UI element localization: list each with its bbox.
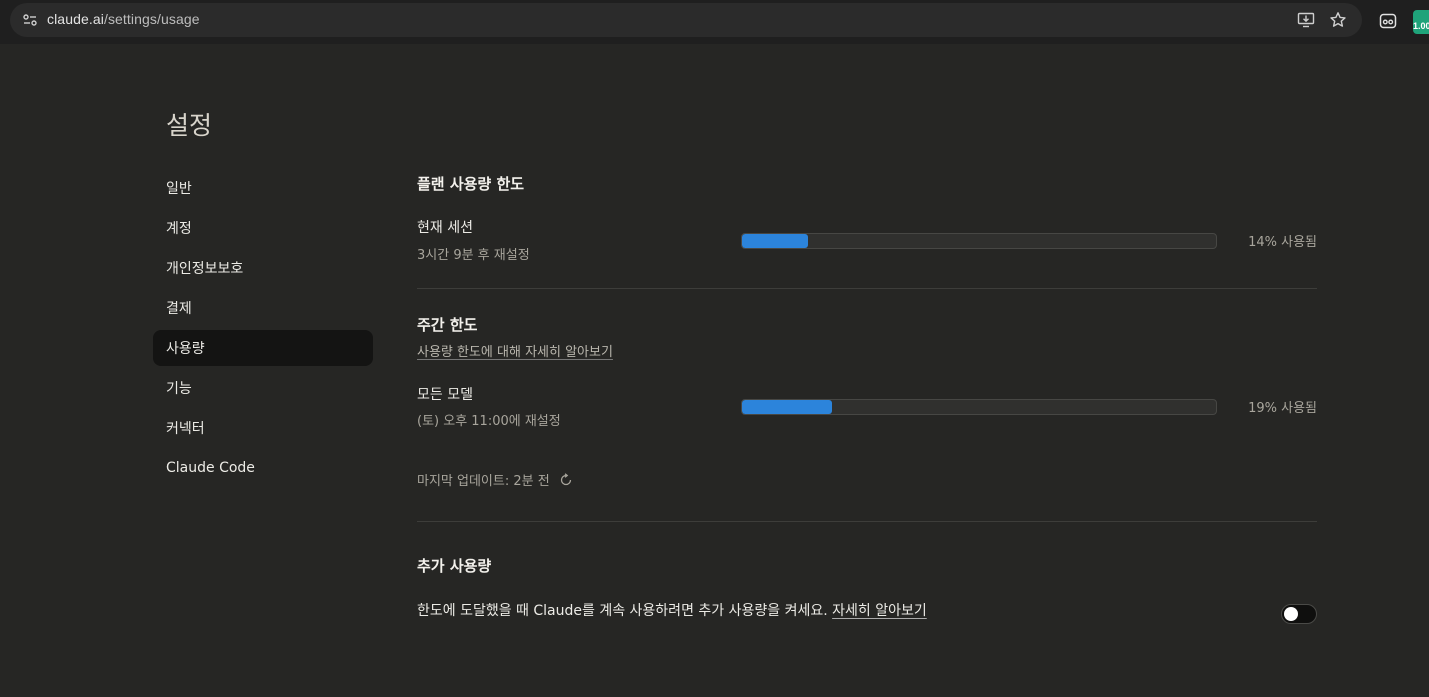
sidebar-item-general[interactable]: 일반: [153, 170, 373, 206]
bookmark-star-icon[interactable]: [1328, 10, 1348, 30]
url-host: claude.ai: [47, 11, 104, 27]
all-models-reset: (토) 오후 11:00에 재설정: [417, 414, 561, 429]
last-updated-text: 마지막 업데이트: 2분 전: [417, 474, 550, 489]
extra-usage-learn-more-link[interactable]: 자세히 알아보기: [832, 603, 927, 619]
refresh-icon[interactable]: [558, 472, 574, 488]
extra-usage-title: 추가 사용량: [417, 557, 492, 575]
current-session-progress: [741, 233, 1217, 249]
site-info-icon[interactable]: [20, 10, 40, 30]
sidebar-item-features[interactable]: 기능: [153, 370, 373, 406]
current-session-progress-fill: [742, 234, 809, 248]
last-updated: 마지막 업데이트: 2분 전: [417, 470, 574, 489]
extra-usage-description: 한도에 도달했을 때 Claude를 계속 사용하려면 추가 사용량을 켜세요.…: [417, 600, 927, 620]
sidebar-item-connectors[interactable]: 커넥터: [153, 410, 373, 446]
all-models-progress: [741, 399, 1217, 415]
current-session-label: 현재 세션: [417, 220, 473, 236]
settings-sidebar: 일반 계정 개인정보보호 결제 사용량 기능 커넥터 Claude Code: [153, 170, 373, 490]
sidebar-item-privacy[interactable]: 개인정보보호: [153, 250, 373, 286]
all-models-percent: 19% 사용됨: [1248, 401, 1317, 416]
current-session-reset: 3시간 9분 후 재설정: [417, 248, 530, 263]
sidebar-item-claude-code[interactable]: Claude Code: [153, 450, 373, 486]
sidebar-item-usage[interactable]: 사용량: [153, 330, 373, 366]
divider: [417, 521, 1317, 522]
extra-usage-toggle[interactable]: [1281, 604, 1317, 624]
all-models-label: 모든 모델: [417, 387, 473, 403]
browser-toolbar: claude.ai/settings/usage 1.00: [0, 0, 1429, 44]
url-text[interactable]: claude.ai/settings/usage: [47, 11, 200, 27]
extra-usage-text: 한도에 도달했을 때 Claude를 계속 사용하려면 추가 사용량을 켜세요.: [417, 603, 833, 619]
page-title: 설정: [166, 111, 213, 140]
divider: [417, 288, 1317, 289]
extension-badge-text: 1.00: [1413, 21, 1429, 31]
extension-icon[interactable]: [1377, 10, 1399, 32]
plan-limits-title: 플랜 사용량 한도: [417, 175, 525, 193]
current-session-percent: 14% 사용됨: [1248, 235, 1317, 250]
sidebar-item-billing[interactable]: 결제: [153, 290, 373, 326]
address-bar[interactable]: claude.ai/settings/usage: [10, 3, 1362, 37]
install-app-icon[interactable]: [1296, 10, 1316, 30]
url-path: /settings/usage: [103, 11, 200, 27]
toggle-knob: [1284, 607, 1298, 621]
all-models-progress-fill: [742, 400, 833, 414]
usage-limits-learn-more-link[interactable]: 사용량 한도에 대해 자세히 알아보기: [417, 341, 613, 360]
extension-badge[interactable]: 1.00: [1413, 10, 1429, 34]
sidebar-item-account[interactable]: 계정: [153, 210, 373, 246]
weekly-limits-title: 주간 한도: [417, 316, 478, 334]
